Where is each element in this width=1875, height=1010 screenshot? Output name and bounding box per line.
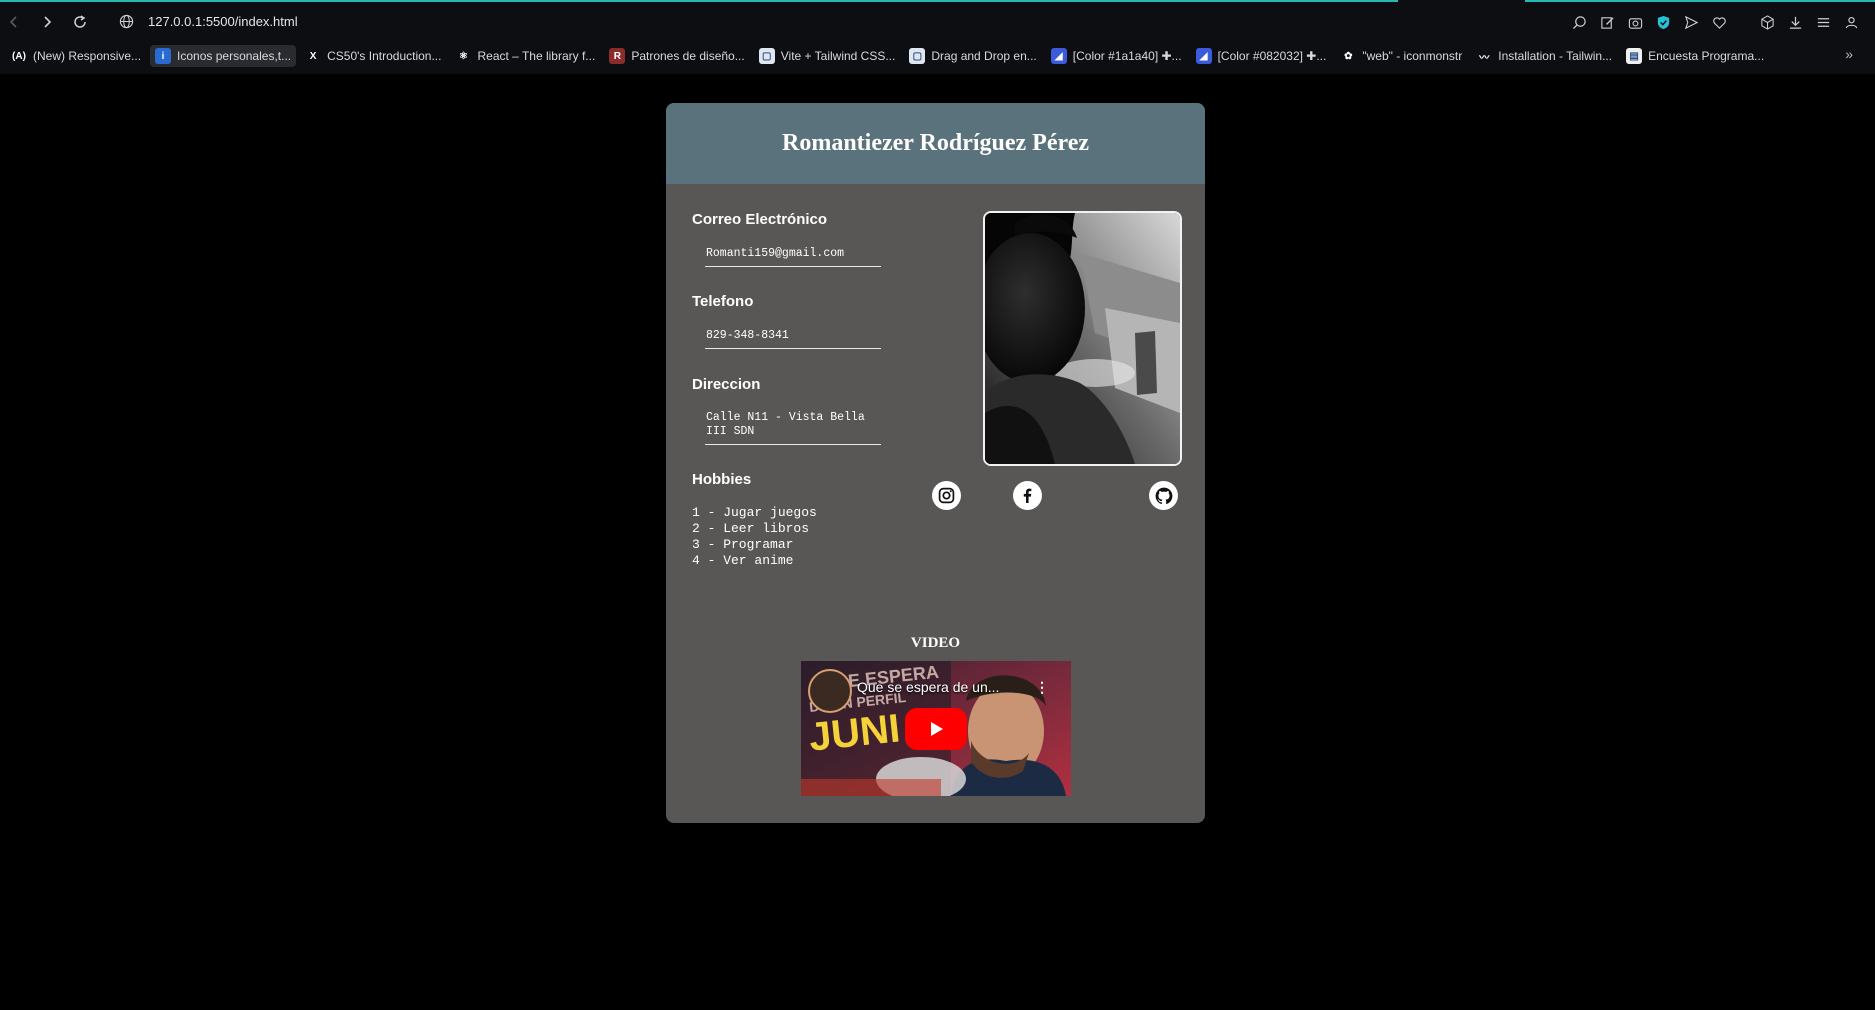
video-embed[interactable]: SE ESPERA DE UN PERFIL JUNI Que se esper… xyxy=(801,661,1071,796)
address-field: Calle N11 - Vista Bella III SDN xyxy=(705,411,881,445)
document-icon: ▤ xyxy=(1626,48,1643,64)
profile-photo xyxy=(983,211,1182,466)
bookmark-item[interactable]: ◢ [Color #082032] ✚... xyxy=(1191,45,1332,67)
browser-chrome: 127.0.0.1:5500/index.html (A) (New) Respo… xyxy=(0,0,1875,74)
profile-icon[interactable] xyxy=(1843,14,1859,30)
back-button[interactable] xyxy=(2,10,26,34)
page-icon: ▢ xyxy=(909,48,926,64)
bookmark-label: Encuesta Programa... xyxy=(1648,49,1765,63)
list-item: 2 - Leer libros xyxy=(692,521,810,536)
reload-icon xyxy=(74,15,86,28)
bookmark-label: Vite + Tailwind CSS... xyxy=(780,49,896,63)
color-icon: ◢ xyxy=(1195,48,1212,64)
thumbnail-text: JUNI xyxy=(806,706,903,760)
page-icon: ▢ xyxy=(758,48,775,64)
bookmark-item[interactable]: (A) (New) Responsive... xyxy=(6,45,146,67)
bookmark-label: Installation - Tailwin... xyxy=(1498,49,1613,63)
iconify-icon: i xyxy=(155,48,172,64)
github-icon xyxy=(1155,487,1172,504)
back-arrow-icon xyxy=(9,16,17,28)
heart-icon[interactable] xyxy=(1711,14,1727,30)
play-icon xyxy=(931,722,943,736)
bookmark-label: Drag and Drop en... xyxy=(931,49,1037,63)
camera-icon[interactable] xyxy=(1627,14,1643,30)
bookmark-item[interactable]: i Iconos personales,t... xyxy=(150,45,297,67)
cube-icon[interactable] xyxy=(1759,14,1775,30)
more-options-icon[interactable]: ⋮ xyxy=(1035,679,1049,696)
bookmark-item[interactable]: ▤ Encuesta Programa... xyxy=(1621,45,1769,67)
bookmark-item[interactable]: ⚛ React – The library f... xyxy=(450,45,600,67)
list-item: 1 - Jugar juegos xyxy=(692,505,817,520)
forward-arrow-icon xyxy=(44,16,52,28)
globe-icon xyxy=(114,9,138,33)
bookmark-item[interactable]: 〰 Installation - Tailwin... xyxy=(1471,45,1617,67)
acc-icon: (A) xyxy=(11,48,27,64)
download-icon[interactable] xyxy=(1787,14,1803,30)
toolbar-separator xyxy=(1739,14,1747,30)
facebook-link[interactable] xyxy=(1013,481,1042,510)
phone-label: Telefono xyxy=(692,293,754,310)
bookmark-label: React – The library f... xyxy=(477,49,596,63)
bookmarks-bar: (A) (New) Responsive... i Iconos personales… xyxy=(6,44,1828,68)
address-bar[interactable]: 127.0.0.1:5500/index.html xyxy=(114,8,1554,34)
bookmark-label: Patrones de diseño... xyxy=(631,49,745,63)
list-item: 3 - Programar xyxy=(692,537,794,552)
bookmark-item[interactable]: R Patrones de diseño... xyxy=(604,45,749,67)
iconmonstr-icon: ✿ xyxy=(1340,48,1357,64)
color-icon: ◢ xyxy=(1050,48,1067,64)
browser-toolbar xyxy=(1571,10,1859,34)
send-icon[interactable] xyxy=(1683,14,1699,30)
reload-button[interactable] xyxy=(68,10,92,34)
play-button[interactable] xyxy=(905,708,967,750)
email-field: Romanti159@gmail.com xyxy=(705,247,881,267)
refactoring-icon: R xyxy=(609,48,626,64)
bookmark-label: [Color #1a1a40] ✚... xyxy=(1072,49,1182,63)
bookmark-item[interactable]: ◢ [Color #1a1a40] ✚... xyxy=(1046,45,1187,67)
loading-bar xyxy=(0,0,1398,2)
bookmark-label: Iconos personales,t... xyxy=(177,49,292,63)
bookmark-item[interactable]: ▢ Drag and Drop en... xyxy=(904,45,1041,67)
menu-icon[interactable] xyxy=(1815,14,1831,30)
card-header: Romantiezer Rodríguez Pérez xyxy=(666,103,1205,184)
phone-field: 829-348-8341 xyxy=(705,329,881,349)
x-icon: X xyxy=(305,48,322,64)
video-title[interactable]: Que se espera de un... xyxy=(857,679,999,695)
video-heading: VIDEO xyxy=(910,635,961,651)
bookmarks-overflow-icon[interactable]: » xyxy=(1845,46,1853,62)
channel-avatar[interactable] xyxy=(808,669,852,713)
profile-card: Romantiezer Rodríguez Pérez Correo Elect… xyxy=(666,103,1205,823)
loading-bar xyxy=(1525,0,1875,2)
instagram-icon xyxy=(938,487,955,504)
facebook-icon xyxy=(1023,488,1032,503)
hobbies-label: Hobbies xyxy=(692,471,752,488)
bookmark-label: CS50's Introduction... xyxy=(327,49,442,63)
tailwind-icon: 〰 xyxy=(1476,48,1493,64)
bookmark-label: "web" - iconmonstr xyxy=(1362,49,1463,63)
github-link[interactable] xyxy=(1149,481,1178,510)
bookmark-item[interactable]: ✿ "web" - iconmonstr xyxy=(1335,45,1467,67)
hobbies-list: 1 - Jugar juegos 2 - Leer libros 3 - Pro… xyxy=(692,505,817,569)
shield-icon[interactable] xyxy=(1655,14,1671,30)
profile-name: Romantiezer Rodríguez Pérez xyxy=(782,130,1089,156)
bookmark-item[interactable]: ▢ Vite + Tailwind CSS... xyxy=(754,45,901,67)
email-label: Correo Electrónico xyxy=(692,211,828,228)
react-icon: ⚛ xyxy=(455,48,472,64)
edit-icon[interactable] xyxy=(1599,14,1615,30)
instagram-link[interactable] xyxy=(932,481,961,510)
url-text[interactable]: 127.0.0.1:5500/index.html xyxy=(148,14,298,29)
forward-button[interactable] xyxy=(35,10,59,34)
zoom-icon[interactable] xyxy=(1571,14,1587,30)
bookmark-item[interactable]: X CS50's Introduction... xyxy=(300,45,446,67)
list-item: 4 - Ver anime xyxy=(692,553,794,568)
address-label: Direccion xyxy=(692,376,761,393)
bookmark-label: [Color #082032] ✚... xyxy=(1217,49,1327,63)
bookmark-label: (New) Responsive... xyxy=(33,49,142,63)
